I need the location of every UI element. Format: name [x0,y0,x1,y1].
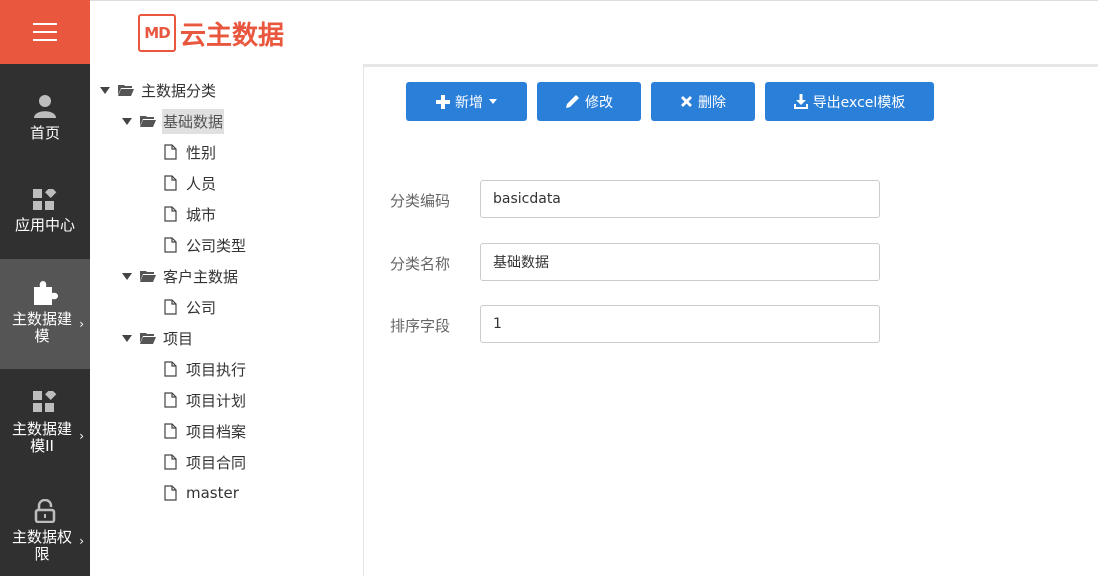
chevron-right-icon: › [79,534,84,548]
menu-toggle-button[interactable] [0,0,90,64]
folder-open-icon [140,271,156,282]
file-icon [164,144,177,160]
add-button[interactable]: 新增 [406,82,527,121]
folder-open-icon [118,85,134,96]
tree-node-group[interactable]: 基础数据 [122,108,225,134]
hamburger-icon [33,23,57,41]
tree-node-leaf[interactable]: 项目计划 [164,387,247,413]
logo: MD 云主数据 [138,12,284,54]
lock-icon [34,499,56,523]
tree-node-label: 城市 [186,205,217,224]
tree-node-label: 主数据分类 [141,81,217,100]
sidebar-item-app-center[interactable]: 应用中心 [0,160,90,259]
file-icon [164,423,177,439]
add-button-label: 新增 [455,94,483,111]
download-icon [793,94,808,109]
tree-node-leaf[interactable]: 项目档案 [164,418,247,444]
sort-field-label: 排序字段 [390,317,451,335]
tree-node-group[interactable]: 项目 [122,325,194,351]
close-icon [680,95,693,108]
header: MD 云主数据 [90,0,1098,64]
sort-field-input[interactable] [480,305,880,343]
caret-down-icon [122,272,132,280]
tree-node-group[interactable]: 客户主数据 [122,263,239,289]
sidebar-item-mdm-permissions[interactable]: 主数据权限 › [0,479,90,576]
tree-node-label: 人员 [186,174,217,193]
export-button-label: 导出excel模板 [812,94,906,111]
file-icon [164,392,177,408]
sidebar-item-label: 首页 [29,124,60,142]
file-icon [164,175,177,191]
logo-mark: MD [138,14,176,52]
tree-node-label: master [186,484,239,502]
folder-open-icon [140,116,156,127]
caret-down-icon [122,117,132,125]
file-icon [164,237,177,253]
sidebar-item-mdm-modeling-2[interactable]: 主数据建模II › [0,369,90,479]
category-name-input[interactable] [480,243,880,281]
sidebar: 首页 应用中心 主数据建模 › 主数据建模II › 主数据权限 › [0,64,90,576]
file-icon [164,299,177,315]
delete-button[interactable]: 删除 [651,82,755,121]
category-name-label: 分类名称 [390,255,451,273]
caret-down-icon [100,86,110,94]
sidebar-item-label: 主数据建模II [11,420,72,455]
pencil-icon [565,94,580,109]
tree-node-label: 公司 [186,298,217,317]
app-grid-icon [33,189,57,210]
tree-node-leaf[interactable]: master [164,480,240,506]
tree-node-leaf[interactable]: 公司类型 [164,232,247,258]
edit-button[interactable]: 修改 [537,82,641,121]
sidebar-item-label: 主数据权限 [11,528,72,563]
tree-node-label: 基础数据 [162,108,225,134]
category-code-label: 分类编码 [390,192,451,210]
edit-button-label: 修改 [585,94,613,111]
folder-open-icon [140,333,156,344]
file-icon [164,485,177,501]
delete-button-label: 删除 [698,94,726,111]
sidebar-item-mdm-modeling[interactable]: 主数据建模 › [0,259,90,369]
main-panel: 新增 修改 删除 导出excel模板 分类编码 分类名称 排序字段 [365,67,1098,576]
sidebar-item-home[interactable]: 首页 [0,64,90,160]
chevron-right-icon: › [79,429,84,443]
export-template-button[interactable]: 导出excel模板 [765,82,934,121]
tree-node-label: 性别 [186,143,217,162]
user-icon [34,95,56,118]
plus-icon [436,94,450,109]
puzzle-icon [34,281,58,305]
tree-node-label: 公司类型 [186,236,247,255]
file-icon [164,361,177,377]
tree-node-label: 项目计划 [186,391,247,410]
tree-node-leaf[interactable]: 城市 [164,201,217,227]
tree-node-leaf[interactable]: 公司 [164,294,217,320]
tree-node-leaf[interactable]: 项目执行 [164,356,247,382]
tree-node-label: 客户主数据 [163,267,239,286]
caret-down-icon [122,334,132,342]
sidebar-item-label: 主数据建模 [11,310,72,345]
tree-node-leaf[interactable]: 项目合同 [164,449,247,475]
sidebar-item-label: 应用中心 [14,216,75,234]
tree-node-leaf[interactable]: 人员 [164,170,217,196]
tree-node-leaf[interactable]: 性别 [164,139,217,165]
tree-node-root[interactable]: 主数据分类 [100,77,217,103]
category-tree: 主数据分类 基础数据 性别 人员 城市 公司类型 客户主数据 公司 项目 项目执… [90,64,364,576]
file-icon [164,454,177,470]
tree-node-label: 项目执行 [186,360,247,379]
caret-down-icon [489,99,497,104]
app-grid-icon [33,391,57,412]
tree-node-label: 项目合同 [186,453,247,472]
logo-text: 云主数据 [180,20,285,51]
tree-node-label: 项目 [163,329,194,348]
file-icon [164,206,177,222]
chevron-right-icon: › [79,317,84,331]
tree-node-label: 项目档案 [186,422,247,441]
category-code-input[interactable] [480,180,880,218]
